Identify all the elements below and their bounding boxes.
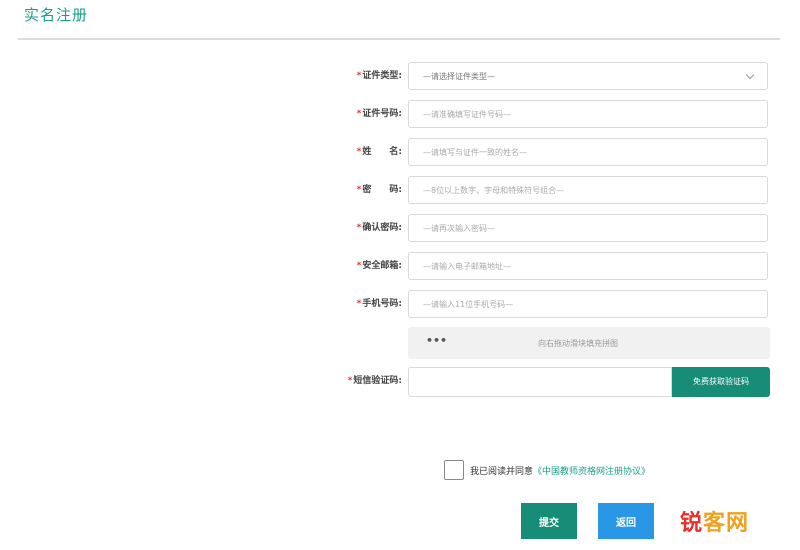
sms-code-input[interactable] — [408, 367, 672, 397]
required-marker: * — [356, 185, 362, 195]
required-marker: * — [347, 376, 353, 386]
name-placeholder: —请填写与证件一致的姓名— — [423, 148, 527, 157]
email-label: *安全邮箱: — [357, 258, 402, 271]
required-marker: * — [356, 109, 362, 119]
page-title: 实名注册 — [24, 6, 89, 24]
watermark-logo: 锐客网 — [680, 505, 749, 537]
title-divider — [18, 38, 780, 40]
watermark-part2: 客网 — [703, 511, 750, 536]
name-input[interactable]: —请填写与证件一致的姓名— — [408, 138, 768, 166]
agreement-link[interactable]: 《中国教师资格网注册协议》 — [533, 467, 650, 477]
back-button[interactable]: 返回 — [598, 503, 654, 539]
watermark-part1: 锐 — [680, 511, 704, 536]
phone-input[interactable]: —请输入11位手机号码— — [408, 290, 768, 318]
name-label: *姓 名: — [357, 144, 402, 157]
id-number-label: *证件号码: — [357, 106, 402, 119]
id-number-placeholder: —请准确填写证件号码— — [423, 110, 511, 119]
password-placeholder: —8位以上数字、字母和特殊符号组合— — [423, 186, 565, 195]
id-type-select[interactable]: —请选择证件类型— — [408, 62, 768, 90]
confirm-password-label-text: 确认密码: — [362, 223, 402, 233]
slider-captcha[interactable]: ••• 向右拖动滑块填充拼图 — [408, 327, 770, 359]
sms-code-label-text: 短信验证码: — [353, 376, 402, 386]
phone-label-text: 手机号码: — [362, 299, 402, 309]
form-row-id-type: *证件类型: —请选择证件类型— — [0, 62, 800, 92]
confirm-password-label: *确认密码: — [357, 220, 402, 233]
required-marker: * — [356, 71, 362, 81]
required-marker: * — [356, 261, 362, 271]
password-input[interactable]: —8位以上数字、字母和特殊符号组合— — [408, 176, 768, 204]
password-label: *密 码: — [357, 182, 402, 195]
name-label-text: 姓 名: — [362, 147, 402, 157]
password-label-text: 密 码: — [362, 185, 402, 195]
id-type-label: *证件类型: — [357, 68, 402, 81]
agreement-checkbox[interactable] — [444, 460, 464, 480]
chevron-down-icon — [745, 70, 755, 80]
id-number-label-text: 证件号码: — [362, 109, 402, 119]
required-marker: * — [356, 147, 362, 157]
form-row-email: *安全邮箱: —请输入电子邮箱地址— — [0, 252, 800, 282]
required-marker: * — [356, 223, 362, 233]
id-type-select-value: —请选择证件类型— — [423, 72, 495, 81]
agreement-label: 我已阅读并同意 — [470, 467, 534, 477]
phone-placeholder: —请输入11位手机号码— — [423, 300, 514, 309]
confirm-password-input[interactable]: —请再次输入密码— — [408, 214, 768, 242]
confirm-password-placeholder: —请再次输入密码— — [423, 224, 495, 233]
phone-label: *手机号码: — [357, 296, 402, 309]
email-label-text: 安全邮箱: — [362, 261, 402, 271]
get-sms-code-button[interactable]: 免费获取验证码 — [672, 367, 770, 397]
slider-handle[interactable]: ••• — [426, 334, 447, 347]
agreement-text: 我已阅读并同意《中国教师资格网注册协议》 — [470, 464, 650, 477]
slider-captcha-hint: 向右拖动滑块填充拼图 — [538, 339, 618, 348]
form-row-password: *密 码: —8位以上数字、字母和特殊符号组合— — [0, 176, 800, 206]
email-placeholder: —请输入电子邮箱地址— — [423, 262, 511, 271]
id-type-label-text: 证件类型: — [362, 71, 402, 81]
submit-button[interactable]: 提交 — [521, 503, 577, 539]
sms-code-label: *短信验证码: — [348, 373, 402, 386]
id-number-input[interactable]: —请准确填写证件号码— — [408, 100, 768, 128]
form-row-id-number: *证件号码: —请准确填写证件号码— — [0, 100, 800, 130]
form-row-confirm-password: *确认密码: —请再次输入密码— — [0, 214, 800, 244]
required-marker: * — [356, 299, 362, 309]
form-row-phone: *手机号码: —请输入11位手机号码— — [0, 290, 800, 320]
email-input[interactable]: —请输入电子邮箱地址— — [408, 252, 768, 280]
form-row-name: *姓 名: —请填写与证件一致的姓名— — [0, 138, 800, 168]
